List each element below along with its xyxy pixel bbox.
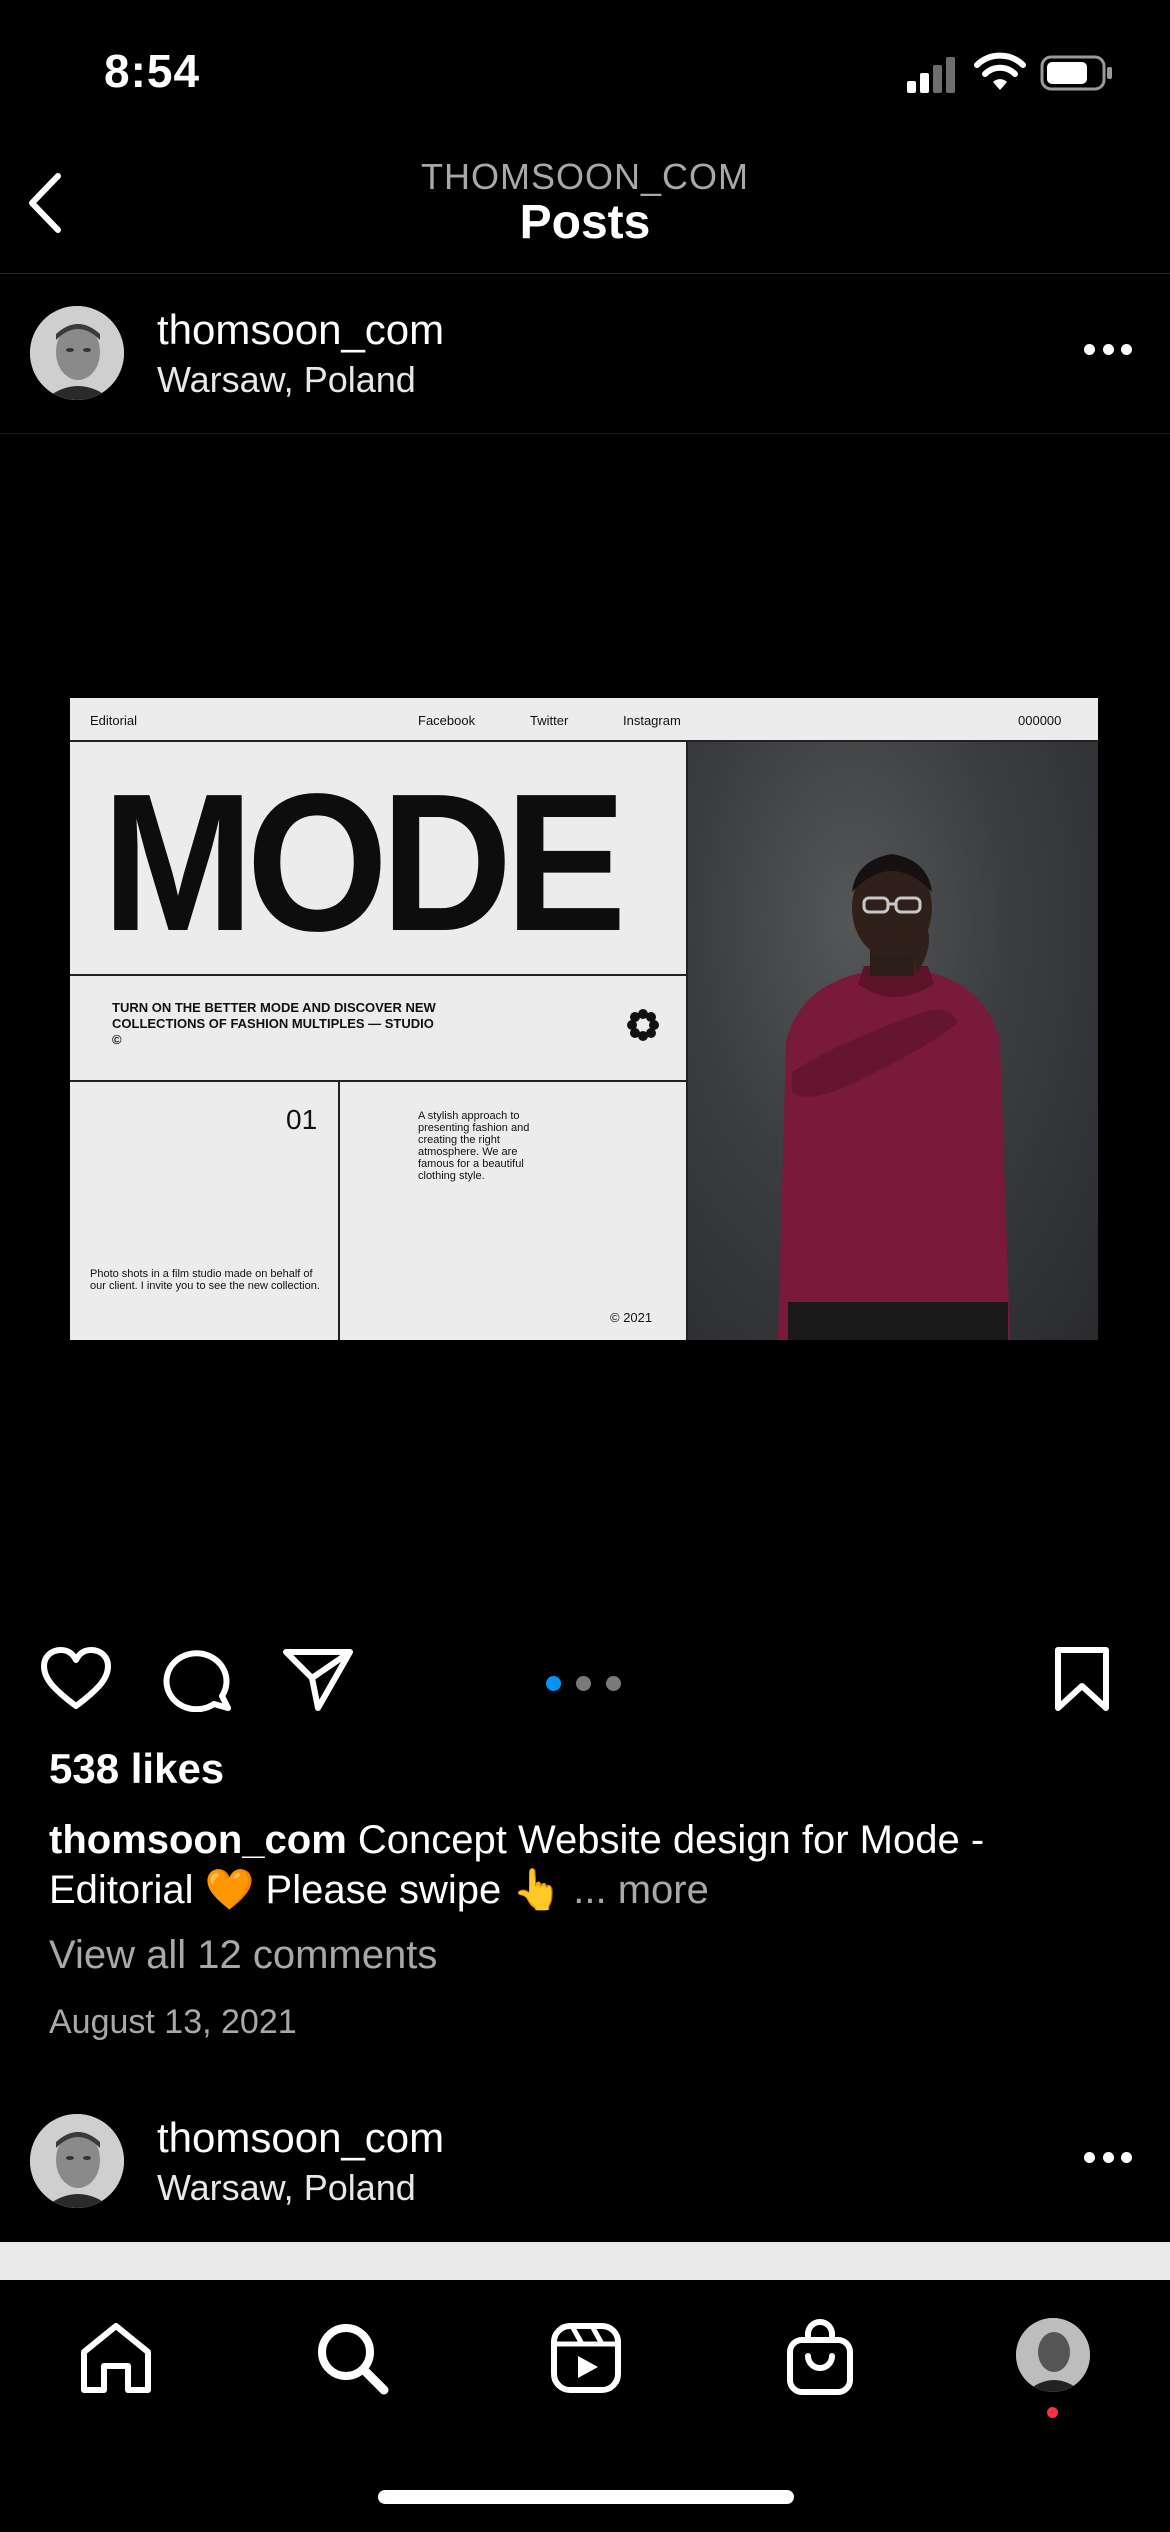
image-nav: Editorial Facebook Twitter Instagram 000…	[70, 698, 1098, 742]
wifi-icon	[974, 52, 1026, 90]
bookmark-icon[interactable]	[1050, 1646, 1114, 1712]
avatar-image	[30, 306, 124, 400]
post-media[interactable]: Editorial Facebook Twitter Instagram 000…	[0, 434, 1170, 1604]
battery-icon	[1040, 55, 1112, 91]
notification-dot	[1047, 2407, 1058, 2418]
image-headline: MODE	[102, 753, 627, 972]
post-date: August 13, 2021	[49, 2003, 297, 2041]
location[interactable]: Warsaw, Poland	[157, 2167, 416, 2209]
header-subtitle: THOMSOON_COM	[420, 156, 749, 197]
image-copyright: © 2021	[610, 1310, 653, 1325]
more-icon[interactable]	[1084, 344, 1132, 358]
page-title: Posts	[519, 196, 651, 249]
image-nav-editorial: Editorial	[90, 713, 137, 728]
username[interactable]: thomsoon_com	[157, 2114, 444, 2162]
next-post-header: thomsoon_com Warsaw, Poland	[0, 2082, 1170, 2242]
caption-more-link[interactable]: ... more	[562, 1868, 709, 1912]
cellular-signal-icon	[907, 57, 955, 93]
carousel-indicator	[546, 1676, 624, 1692]
image-description: A stylish approach to presenting fashion…	[418, 1110, 530, 1182]
divider	[70, 974, 686, 976]
carousel-dot	[606, 1676, 621, 1691]
divider	[338, 1080, 340, 1340]
avatar[interactable]	[30, 2114, 124, 2208]
profile-avatar-image	[1016, 2318, 1090, 2392]
carousel-dot	[576, 1676, 591, 1691]
share-icon[interactable]	[282, 1646, 354, 1712]
avatar[interactable]	[30, 306, 124, 400]
home-icon[interactable]	[76, 2318, 156, 2398]
image-nav-code: 000000	[1018, 713, 1062, 728]
status-time: 8:54	[104, 45, 201, 97]
divider	[70, 1080, 686, 1082]
image-left-panel: MODE TURN ON THE BETTER MODE AND DISCOVE…	[70, 742, 686, 1340]
post-caption: thomsoon_com Concept Website design for …	[49, 1815, 1129, 1915]
heart-icon[interactable]	[40, 1646, 112, 1712]
status-bar: 8:54	[0, 0, 1170, 140]
image-nav-twitter: Twitter	[530, 713, 569, 728]
more-icon[interactable]	[1084, 2152, 1132, 2166]
image-nav-instagram: Instagram	[623, 713, 681, 728]
likes-count[interactable]: 538 likes	[49, 1745, 224, 1793]
next-post-media-peek[interactable]	[0, 2242, 1170, 2282]
post-actions	[0, 1634, 1170, 1718]
shop-icon[interactable]	[780, 2318, 860, 2398]
profile-avatar[interactable]	[1016, 2318, 1090, 2392]
flower-icon	[627, 1009, 659, 1041]
comment-icon[interactable]	[162, 1646, 234, 1712]
location[interactable]: Warsaw, Poland	[157, 359, 416, 401]
username[interactable]: thomsoon_com	[157, 306, 444, 354]
nav-header: THOMSOON_COM Posts	[0, 140, 1170, 274]
image-tagline: TURN ON THE BETTER MODE AND DISCOVER NEW…	[112, 1000, 436, 1047]
image-nav-facebook: Facebook	[418, 713, 476, 728]
post-header: thomsoon_com Warsaw, Poland	[0, 274, 1170, 434]
image-note: Photo shots in a film studio made on beh…	[90, 1268, 320, 1292]
post-image: Editorial Facebook Twitter Instagram 000…	[70, 698, 1098, 1340]
reels-icon[interactable]	[546, 2318, 626, 2398]
model-figure	[778, 854, 1010, 1340]
caption-username[interactable]: thomsoon_com	[49, 1818, 347, 1862]
view-comments-link[interactable]: View all 12 comments	[49, 1933, 437, 1978]
image-number: 01	[286, 1104, 318, 1135]
search-icon[interactable]	[312, 2318, 392, 2398]
carousel-dot-active	[546, 1676, 561, 1691]
home-indicator[interactable]	[378, 2490, 794, 2504]
avatar-image	[30, 2114, 124, 2208]
model-photo	[686, 742, 1098, 1340]
